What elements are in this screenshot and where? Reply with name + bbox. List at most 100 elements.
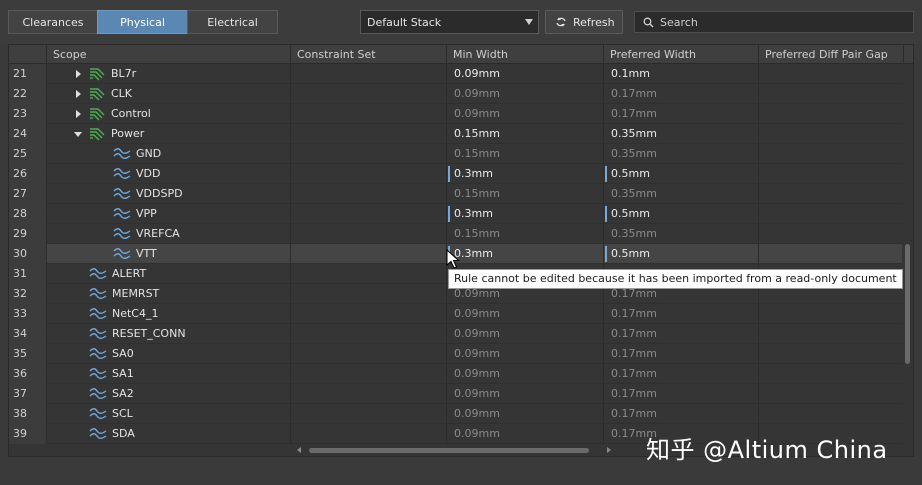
min-width-cell[interactable]: 0.15mm: [447, 124, 604, 144]
constraint-set-cell[interactable]: [291, 104, 447, 124]
tab-electrical[interactable]: Electrical: [187, 10, 278, 34]
min-width-cell[interactable]: 0.09mm: [447, 424, 604, 444]
constraint-set-cell[interactable]: [291, 384, 447, 404]
min-width-cell[interactable]: 0.09mm: [447, 84, 604, 104]
expand-icon[interactable]: [76, 70, 81, 78]
diff-pair-gap-cell[interactable]: [759, 144, 904, 164]
scope-cell[interactable]: VPP: [47, 204, 291, 224]
scope-cell[interactable]: SDA: [47, 424, 291, 444]
table-row[interactable]: 23 Control 0.09mm 0.17mm: [9, 104, 904, 124]
scope-cell[interactable]: VREFCA: [47, 224, 291, 244]
scope-cell[interactable]: VDD: [47, 164, 291, 184]
table-row[interactable]: 38 SCL 0.09mm 0.17mm: [9, 404, 904, 424]
min-width-cell[interactable]: 0.09mm: [447, 104, 604, 124]
min-width-cell[interactable]: 0.3mm: [447, 164, 604, 184]
tab-clearances[interactable]: Clearances: [8, 10, 98, 34]
min-width-cell[interactable]: 0.09mm: [447, 384, 604, 404]
scope-cell[interactable]: VDDSPD: [47, 184, 291, 204]
table-row[interactable]: 26 VDD 0.3mm 0.5mm: [9, 164, 904, 184]
constraint-set-cell[interactable]: [291, 64, 447, 84]
header-scope[interactable]: Scope: [47, 45, 291, 64]
refresh-button[interactable]: Refresh: [545, 10, 623, 34]
preferred-width-cell[interactable]: 0.17mm: [604, 344, 759, 364]
preferred-width-cell[interactable]: 0.35mm: [604, 144, 759, 164]
min-width-cell[interactable]: 0.15mm: [447, 184, 604, 204]
scope-cell[interactable]: SA2: [47, 384, 291, 404]
constraint-set-cell[interactable]: [291, 124, 447, 144]
table-row[interactable]: 36 SA1 0.09mm 0.17mm: [9, 364, 904, 384]
constraint-set-cell[interactable]: [291, 224, 447, 244]
min-width-cell[interactable]: 0.15mm: [447, 144, 604, 164]
diff-pair-gap-cell[interactable]: [759, 124, 904, 144]
vertical-scrollbar[interactable]: [902, 64, 913, 445]
constraint-set-cell[interactable]: [291, 364, 447, 384]
preferred-width-cell[interactable]: 0.17mm: [604, 384, 759, 404]
scope-cell[interactable]: NetC4_1: [47, 304, 291, 324]
constraint-set-cell[interactable]: [291, 284, 447, 304]
constraint-set-cell[interactable]: [291, 144, 447, 164]
constraint-set-cell[interactable]: [291, 84, 447, 104]
preferred-width-cell[interactable]: 0.17mm: [604, 104, 759, 124]
diff-pair-gap-cell[interactable]: [759, 344, 904, 364]
scope-cell[interactable]: Power: [47, 124, 291, 144]
constraint-set-cell[interactable]: [291, 304, 447, 324]
header-preferred-diff-pair-gap[interactable]: Preferred Diff Pair Gap: [759, 45, 904, 64]
constraint-set-cell[interactable]: [291, 164, 447, 184]
diff-pair-gap-cell[interactable]: [759, 104, 904, 124]
scroll-right-icon[interactable]: [607, 447, 611, 453]
preferred-width-cell[interactable]: 0.35mm: [604, 124, 759, 144]
scope-cell[interactable]: GND: [47, 144, 291, 164]
table-row[interactable]: 29 VREFCA 0.15mm 0.35mm: [9, 224, 904, 244]
diff-pair-gap-cell[interactable]: [759, 184, 904, 204]
constraint-set-cell[interactable]: [291, 324, 447, 344]
preferred-width-cell[interactable]: 0.5mm: [604, 164, 759, 184]
search-input[interactable]: [660, 15, 900, 29]
diff-pair-gap-cell[interactable]: [759, 244, 904, 264]
diff-pair-gap-cell[interactable]: [759, 64, 904, 84]
min-width-cell[interactable]: 0.09mm: [447, 364, 604, 384]
table-row[interactable]: 25 GND 0.15mm 0.35mm: [9, 144, 904, 164]
horizontal-scroll-thumb[interactable]: [309, 448, 589, 453]
diff-pair-gap-cell[interactable]: [759, 384, 904, 404]
scope-cell[interactable]: CLK: [47, 84, 291, 104]
preferred-width-cell[interactable]: 0.5mm: [604, 244, 759, 264]
table-row[interactable]: 35 SA0 0.09mm 0.17mm: [9, 344, 904, 364]
header-preferred-width[interactable]: Preferred Width: [604, 45, 759, 64]
diff-pair-gap-cell[interactable]: [759, 304, 904, 324]
diff-pair-gap-cell[interactable]: [759, 324, 904, 344]
constraint-set-cell[interactable]: [291, 184, 447, 204]
diff-pair-gap-cell[interactable]: [759, 164, 904, 184]
constraint-set-cell[interactable]: [291, 424, 447, 444]
scope-cell[interactable]: Control: [47, 104, 291, 124]
expand-icon[interactable]: [76, 90, 81, 98]
stack-dropdown[interactable]: Default Stack: [360, 10, 539, 34]
header-constraint-set[interactable]: Constraint Set: [291, 45, 447, 64]
min-width-cell[interactable]: 0.3mm: [447, 244, 604, 264]
preferred-width-cell[interactable]: 0.35mm: [604, 224, 759, 244]
table-row[interactable]: 33 NetC4_1 0.09mm 0.17mm: [9, 304, 904, 324]
table-row[interactable]: 21 BL7r 0.09mm 0.1mm: [9, 64, 904, 84]
min-width-cell[interactable]: 0.3mm: [447, 204, 604, 224]
diff-pair-gap-cell[interactable]: [759, 84, 904, 104]
scope-cell[interactable]: MEMRST: [47, 284, 291, 304]
diff-pair-gap-cell[interactable]: [759, 224, 904, 244]
preferred-width-cell[interactable]: 0.17mm: [604, 364, 759, 384]
preferred-width-cell[interactable]: 0.1mm: [604, 64, 759, 84]
table-row[interactable]: 28 VPP 0.3mm 0.5mm: [9, 204, 904, 224]
preferred-width-cell[interactable]: 0.17mm: [604, 84, 759, 104]
vertical-scroll-thumb[interactable]: [905, 244, 910, 364]
constraint-set-cell[interactable]: [291, 404, 447, 424]
preferred-width-cell[interactable]: 0.17mm: [604, 404, 759, 424]
table-row[interactable]: 37 SA2 0.09mm 0.17mm: [9, 384, 904, 404]
constraint-set-cell[interactable]: [291, 244, 447, 264]
diff-pair-gap-cell[interactable]: [759, 204, 904, 224]
table-row[interactable]: 27 VDDSPD 0.15mm 0.35mm: [9, 184, 904, 204]
diff-pair-gap-cell[interactable]: [759, 404, 904, 424]
scope-cell[interactable]: BL7r: [47, 64, 291, 84]
preferred-width-cell[interactable]: 0.17mm: [604, 324, 759, 344]
table-row[interactable]: 24 Power 0.15mm 0.35mm: [9, 124, 904, 144]
scope-cell[interactable]: SA0: [47, 344, 291, 364]
constraint-set-cell[interactable]: [291, 264, 447, 284]
scope-cell[interactable]: SA1: [47, 364, 291, 384]
min-width-cell[interactable]: 0.09mm: [447, 344, 604, 364]
